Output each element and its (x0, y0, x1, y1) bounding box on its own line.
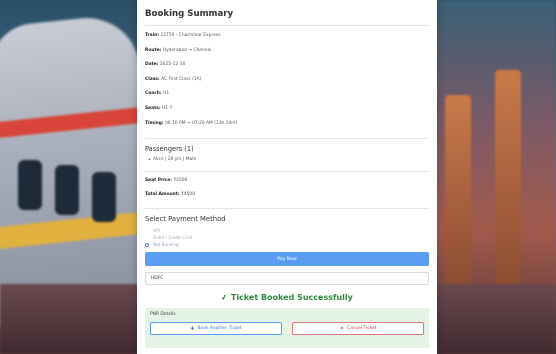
detail-label: Timing: (145, 120, 164, 126)
close-icon: ✕ (339, 325, 345, 332)
checkmark-icon: ✔ (219, 292, 230, 304)
pay-now-button[interactable]: Pay Now (145, 252, 429, 267)
action-buttons: ✚ Book Another Ticket ✕ Cancel Ticket (150, 322, 424, 336)
detail-label: Route: (145, 47, 162, 53)
pnr-label: PNR Details (150, 312, 176, 318)
detail-label: Train: (145, 33, 160, 38)
detail-class: Class: AC First Class (1A) (145, 77, 429, 92)
success-text: Ticket Booked Successfully (230, 293, 353, 303)
station-pillar (445, 95, 471, 295)
booking-details: Train: 12759 - Charminar Express Route: … (145, 33, 429, 135)
seat-price: Seat Price: ₹4500 (145, 178, 429, 192)
detail-value: Hyderabad → Chennai (162, 47, 212, 53)
booking-card: Booking Summary Train: 12759 - Charminar… (137, 0, 437, 354)
detail-label: Coach: (145, 91, 162, 97)
detail-label: Seats: (145, 105, 161, 111)
detail-value: AC First Class (1A) (161, 76, 202, 82)
plus-icon: ✚ (190, 325, 195, 332)
success-message: ✔ Ticket Booked Successfully (145, 292, 429, 304)
passengers-title: Passengers (1) (145, 145, 194, 154)
detail-value: H1 (163, 91, 170, 97)
total-amount-value: ₹4500 (181, 191, 195, 197)
payment-option-card[interactable]: Debit / Credit Card (145, 234, 429, 241)
detail-value: H1-7 (161, 105, 173, 111)
passenger-item: Alice | 20 yrs | Male (145, 157, 429, 163)
payment-option-label: Net Banking (153, 242, 179, 248)
total-amount-label: Total Amount: (145, 191, 180, 197)
payment-option-netbanking[interactable]: Net Banking (145, 241, 429, 248)
detail-value: 2025-12-30 (159, 62, 186, 68)
detail-train: Train: 12759 - Charminar Express (145, 33, 429, 48)
train-window (18, 160, 42, 210)
detail-label: Date: (145, 62, 159, 68)
page-title: Booking Summary (145, 9, 429, 26)
divider (145, 208, 429, 210)
detail-value: 06:10 PM → 07:20 AM (13h 10m) (165, 120, 238, 126)
detail-date: Date: 2025-12-30 (145, 62, 429, 77)
divider (145, 138, 429, 140)
detail-coach: Coach: H1 (145, 91, 429, 106)
cancel-label: Cancel Ticket (347, 326, 377, 332)
train-window (55, 165, 79, 215)
payment-option-upi[interactable]: UPI (145, 227, 429, 234)
payment-title: Select Payment Method (145, 215, 226, 224)
cancel-ticket-button[interactable]: ✕ Cancel Ticket (292, 322, 424, 336)
detail-route: Route: Hyderabad → Chennai (145, 48, 429, 63)
divider (145, 171, 429, 173)
book-another-ticket-button[interactable]: ✚ Book Another Ticket (150, 322, 282, 336)
detail-label: Class: (145, 76, 160, 82)
train-window (92, 172, 116, 222)
pnr-details-box: PNR Details ✚ Book Another Ticket ✕ Canc… (145, 308, 429, 349)
seat-price-value: ₹4500 (173, 178, 188, 184)
station-pillar (495, 70, 521, 300)
seat-price-label: Seat Price: (145, 178, 172, 184)
book-another-label: Book Another Ticket (197, 326, 242, 332)
bank-select[interactable]: HDFC (145, 272, 429, 286)
detail-timing: Timing: 06:10 PM → 07:20 AM (13h 10m) (145, 121, 429, 136)
total-amount: Total Amount: ₹4500 (145, 192, 429, 206)
radio-selected-icon[interactable] (145, 242, 149, 247)
detail-seats: Seats: H1-7 (145, 106, 429, 121)
detail-value: 12759 - Charminar Express (160, 33, 221, 38)
